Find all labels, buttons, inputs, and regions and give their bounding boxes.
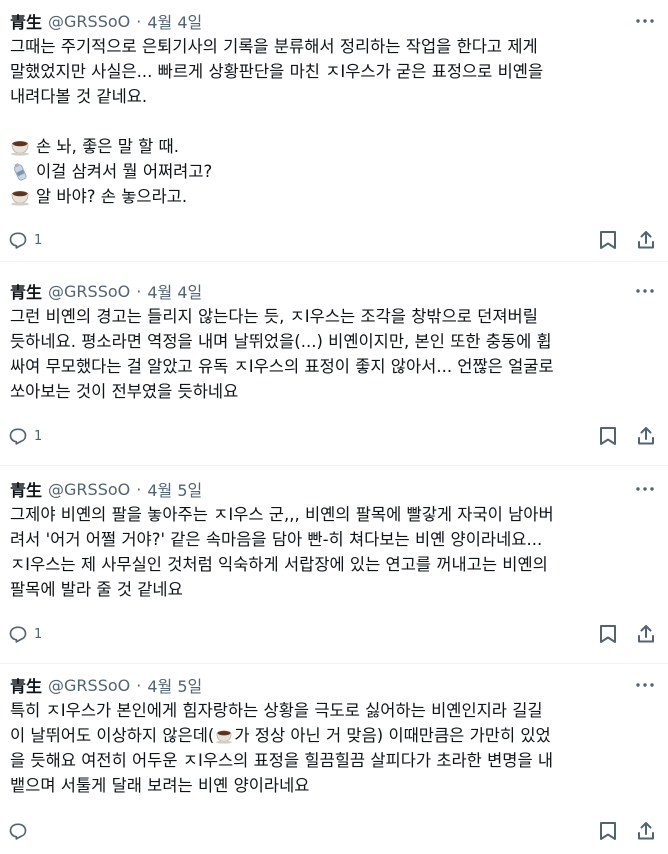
- more-dots-icon: [636, 19, 654, 23]
- author-handle[interactable]: @GRSSoO: [48, 480, 130, 499]
- post-text-line: 팔목에 발라 줄 것 같네요: [10, 580, 183, 599]
- bottle-icon: [13, 162, 27, 181]
- separator-dot: ·: [136, 479, 142, 499]
- reply-button[interactable]: 1: [8, 228, 42, 252]
- post-text-line: 려서 '어거 어쩔 거야?' 같은 속마음을 담아 빤-히 쳐다보는 비옌 양이…: [10, 530, 543, 549]
- bookmark-button[interactable]: [596, 424, 620, 448]
- share-button[interactable]: [634, 819, 658, 843]
- share-icon: [638, 625, 654, 643]
- post-text-line: 쏘아보는 것이 전부였을 듯하네요: [10, 382, 239, 401]
- coffee-cup-icon: [11, 190, 29, 206]
- post-date[interactable]: 4월 4일: [147, 279, 202, 303]
- bookmark-button[interactable]: [596, 622, 620, 646]
- share-button[interactable]: [634, 622, 658, 646]
- bookmark-button[interactable]: [596, 819, 620, 843]
- reply-count: 1: [34, 232, 43, 248]
- post-text-line: 내려다볼 것 같네요.: [10, 87, 148, 106]
- post-text-line: 싸여 무모했다는 걸 알았고 유독 ㅈI우스의 표정이 좋지 않아서... 언짢…: [10, 357, 554, 376]
- dialogue-text: 이걸 삼켜서 뭘 어쩌려고?: [36, 162, 213, 181]
- separator-dot: ·: [136, 675, 142, 695]
- dialogue-line: 알 바야? 손 놓으라고.: [10, 184, 660, 209]
- post-actions: 1: [8, 622, 658, 646]
- bookmark-icon: [600, 231, 616, 249]
- reply-button[interactable]: [8, 819, 34, 843]
- bookmark-icon: [600, 427, 616, 445]
- share-icon: [638, 231, 654, 249]
- author-name[interactable]: 青生: [10, 477, 42, 501]
- post-text-segment: 가 정상 아닌 거 맞음) 이때만큼은 가만히 있었: [234, 726, 551, 745]
- coffee-cup-icon: [216, 730, 233, 744]
- reply-icon: [9, 232, 27, 249]
- timeline-feed: 青生 @GRSSoO · 4월 4일 그때는 주기적으로 은퇴기사의 기록을 분…: [0, 0, 668, 854]
- post-actions: [8, 819, 658, 843]
- bookmark-icon: [600, 822, 616, 840]
- post-text: 그제야 비옌의 팔을 놓아주는 ㅈI우스 군,,, 비옌의 팔목에 빨갛게 자국…: [10, 502, 660, 602]
- reply-icon: [9, 428, 27, 445]
- dialogue-line: 이걸 삼켜서 뭘 어쩌려고?: [10, 159, 660, 184]
- post-date[interactable]: 4월 5일: [147, 673, 202, 697]
- post-text-line: ㅈI우스는 제 사무실인 것처럼 익숙하게 서랍장에 있는 연고를 꺼내고는 비…: [10, 555, 548, 574]
- author-handle[interactable]: @GRSSoO: [48, 282, 130, 301]
- dialogue-text: 알 바야? 손 놓으라고.: [36, 187, 188, 206]
- post[interactable]: 青生 @GRSSoO · 4월 5일 그제야 비옌의 팔을 놓아주는 ㅈI우스 …: [0, 468, 668, 664]
- post-text-segment: 이 날뛰어도 이상하지 않은데(: [10, 726, 215, 745]
- dialogue-text: 손 놔, 좋은 말 할 때.: [36, 137, 179, 156]
- post[interactable]: 青生 @GRSSoO · 4월 4일 그런 비옌의 경고는 들리지 않는다는 듯…: [0, 270, 668, 466]
- post-text-line: 특히 ㅈI우스가 본인에게 힘자랑하는 상황을 극도로 싫어하는 비옌인지라 길…: [10, 701, 543, 720]
- share-icon: [638, 822, 654, 840]
- post[interactable]: 青生 @GRSSoO · 4월 5일 특히 ㅈI우스가 본인에게 힘자랑하는 상…: [0, 664, 668, 854]
- more-options-button[interactable]: [632, 12, 658, 30]
- more-dots-icon: [636, 683, 654, 687]
- post-date[interactable]: 4월 5일: [147, 477, 202, 501]
- post-header: 青生 @GRSSoO · 4월 5일: [10, 674, 658, 696]
- post-text-line: 그제야 비옌의 팔을 놓아주는 ㅈI우스 군,,, 비옌의 팔목에 빨갛게 자국…: [10, 505, 554, 524]
- post-text-line: 그때는 주기적으로 은퇴기사의 기록을 분류해서 정리하는 작업을 한다고 제게: [10, 37, 538, 56]
- reply-icon: [9, 626, 27, 643]
- separator-dot: ·: [136, 281, 142, 301]
- post[interactable]: 青生 @GRSSoO · 4월 4일 그때는 주기적으로 은퇴기사의 기록을 분…: [0, 0, 668, 262]
- post-header: 青生 @GRSSoO · 4월 4일: [10, 280, 658, 302]
- bookmark-icon: [600, 625, 616, 643]
- post-actions: 1: [8, 424, 658, 448]
- reply-count: 1: [34, 626, 43, 642]
- dialogue-line: 손 놔, 좋은 말 할 때.: [10, 134, 660, 159]
- reply-icon: [9, 823, 27, 840]
- share-button[interactable]: [634, 228, 658, 252]
- share-icon: [638, 427, 654, 445]
- author-handle[interactable]: @GRSSoO: [48, 12, 130, 31]
- more-dots-icon: [636, 487, 654, 491]
- post-date[interactable]: 4월 4일: [147, 9, 202, 33]
- more-options-button[interactable]: [632, 480, 658, 498]
- share-button[interactable]: [634, 424, 658, 448]
- more-dots-icon: [636, 289, 654, 293]
- more-options-button[interactable]: [632, 676, 658, 694]
- post-text-line: 뱉으며 서툴게 달래 보려는 비옌 양이라네요: [10, 776, 310, 795]
- post-text-line: 을 듯해요 여전히 어두운 ㅈI우스의 표정을 힐끔힐끔 살피다가 초라한 변명…: [10, 751, 554, 770]
- post-text-line: 이 날뛰어도 이상하지 않은데( 가 정상 아닌 거 맞음) 이때만큼은 가만히…: [10, 723, 660, 748]
- post-text: 특히 ㅈI우스가 본인에게 힘자랑하는 상황을 극도로 싫어하는 비옌인지라 길…: [10, 698, 660, 798]
- reply-count: 1: [34, 428, 43, 444]
- post-text-line: 듯하네요. 평소라면 역정을 내며 날뛰었을(...) 비옌이지만, 본인 또한…: [10, 332, 552, 351]
- post-header: 青生 @GRSSoO · 4월 4일: [10, 10, 658, 32]
- separator-dot: ·: [136, 11, 142, 31]
- coffee-cup-icon: [11, 140, 29, 156]
- reply-button[interactable]: 1: [8, 622, 42, 646]
- reply-button[interactable]: 1: [8, 424, 42, 448]
- author-name[interactable]: 青生: [10, 279, 42, 303]
- post-actions: 1: [8, 228, 658, 252]
- author-name[interactable]: 青生: [10, 673, 42, 697]
- author-handle[interactable]: @GRSSoO: [48, 676, 130, 695]
- bookmark-button[interactable]: [596, 228, 620, 252]
- post-text: 그때는 주기적으로 은퇴기사의 기록을 분류해서 정리하는 작업을 한다고 제게…: [10, 34, 660, 209]
- post-header: 青生 @GRSSoO · 4월 5일: [10, 478, 658, 500]
- post-text-line: 말했었지만 사실은... 빠르게 상황판단을 마친 ㅈI우스가 굳은 표정으로 …: [10, 62, 544, 81]
- author-name[interactable]: 青生: [10, 9, 42, 33]
- post-text-line: 그런 비옌의 경고는 들리지 않는다는 듯, ㅈI우스는 조각을 창밖으로 던져…: [10, 307, 538, 326]
- more-options-button[interactable]: [632, 282, 658, 300]
- post-text: 그런 비옌의 경고는 들리지 않는다는 듯, ㅈI우스는 조각을 창밖으로 던져…: [10, 304, 660, 404]
